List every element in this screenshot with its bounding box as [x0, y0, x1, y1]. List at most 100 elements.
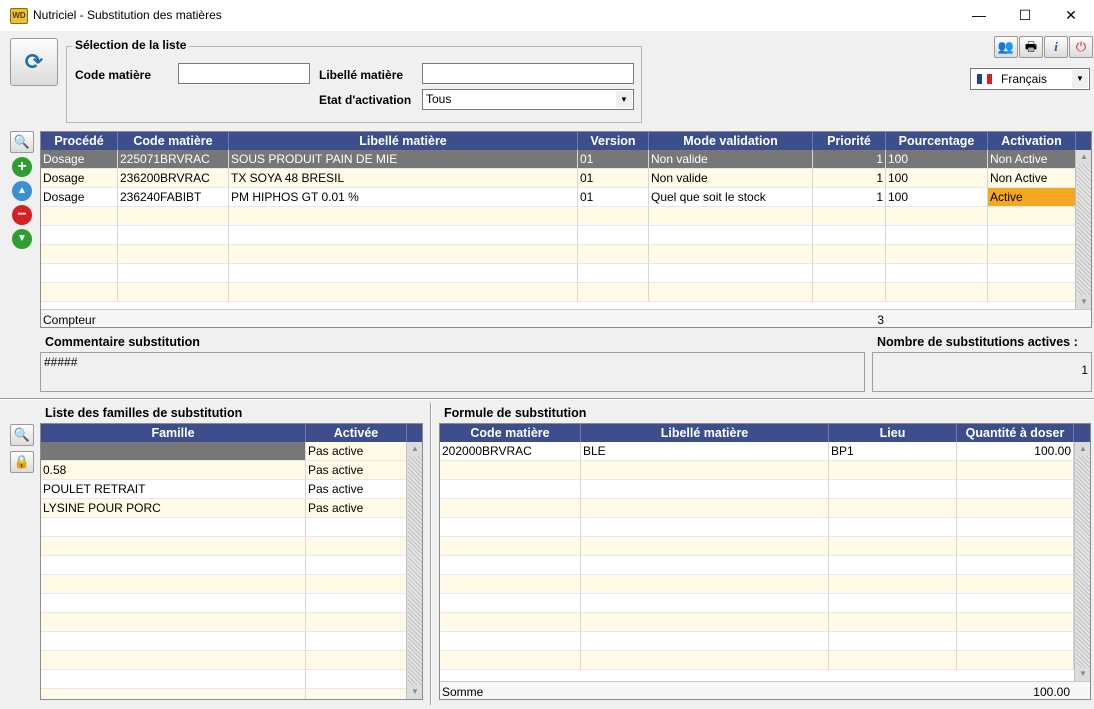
- cell-libelle-matiere: [581, 556, 829, 575]
- cell-code-matiere: [440, 651, 581, 670]
- users-icon[interactable]: 👥: [994, 36, 1018, 58]
- close-button[interactable]: ✕: [1048, 0, 1094, 31]
- cell-famille: [41, 613, 306, 632]
- cell-priorite: [813, 245, 886, 264]
- col-code-matiere[interactable]: Code matière: [440, 424, 581, 442]
- cell-mode-validation: [649, 283, 813, 302]
- col-famille[interactable]: Famille: [41, 424, 306, 442]
- cell-libelle-matiere: BLE: [581, 442, 829, 461]
- empty-row: [41, 283, 1076, 302]
- scroll-up-icon[interactable]: ▲: [1075, 442, 1090, 456]
- cell-lieu: [829, 575, 957, 594]
- col-procede[interactable]: Procédé: [41, 132, 118, 150]
- scrollbar[interactable]: ▲ ▼: [1075, 150, 1091, 309]
- etat-activation-select[interactable]: Tous ▼: [422, 89, 634, 110]
- scroll-thumb[interactable]: [1077, 164, 1091, 295]
- cell-mode-validation: [649, 226, 813, 245]
- scrollbar[interactable]: ▲ ▼: [1074, 442, 1090, 681]
- formula-title: Formule de substitution: [444, 406, 587, 420]
- cell-libelle-matiere: [581, 499, 829, 518]
- cell-lieu: [829, 651, 957, 670]
- cell-quantite: [957, 499, 1074, 518]
- chevron-down-icon[interactable]: ▼: [1072, 70, 1088, 88]
- cell-code-matiere: [440, 537, 581, 556]
- empty-row: [41, 537, 407, 556]
- power-icon[interactable]: ⏻: [1069, 36, 1093, 58]
- col-activee[interactable]: Activée: [306, 424, 407, 442]
- cell-mode-validation: [649, 264, 813, 283]
- print-icon[interactable]: 🖶: [1019, 36, 1043, 58]
- col-quantite[interactable]: Quantité à doser: [957, 424, 1074, 442]
- col-version[interactable]: Version: [578, 132, 649, 150]
- col-priorite[interactable]: Priorité: [813, 132, 886, 150]
- remove-icon[interactable]: −: [12, 205, 32, 225]
- refresh-button[interactable]: ⟳: [10, 38, 58, 86]
- comment-field[interactable]: #####: [40, 352, 865, 392]
- col-mode-validation[interactable]: Mode validation: [649, 132, 813, 150]
- cell-quantite: [957, 575, 1074, 594]
- cell-libelle-matiere: [229, 226, 578, 245]
- cell-version: [578, 207, 649, 226]
- col-pourcentage[interactable]: Pourcentage: [886, 132, 988, 150]
- table-row[interactable]: Pas active: [41, 442, 407, 461]
- table-row[interactable]: 0.58 Pas active: [41, 461, 407, 480]
- cell-libelle-matiere: [581, 461, 829, 480]
- cell-code-matiere: [440, 594, 581, 613]
- scroll-up-icon[interactable]: ▲: [1076, 150, 1091, 164]
- cell-code-matiere: [118, 283, 229, 302]
- cell-code-matiere: [118, 264, 229, 283]
- col-libelle-matiere[interactable]: Libellé matière: [581, 424, 829, 442]
- cell-code-matiere: [118, 245, 229, 264]
- scroll-thumb[interactable]: [408, 456, 422, 685]
- scroll-thumb[interactable]: [1076, 456, 1090, 667]
- search-key-icon[interactable]: 🔍: [10, 424, 34, 446]
- code-matiere-input[interactable]: [178, 63, 310, 84]
- cell-procede: [41, 207, 118, 226]
- cell-libelle-matiere: [581, 537, 829, 556]
- table-row[interactable]: Dosage 236240FABIBT PM HIPHOS GT 0.01 % 01 Q…: [41, 188, 1076, 207]
- col-lieu[interactable]: Lieu: [829, 424, 957, 442]
- lock-icon[interactable]: 🔒: [10, 451, 34, 473]
- cell-libelle-matiere: [229, 283, 578, 302]
- cell-version: 01: [578, 188, 649, 207]
- cell-activee: [306, 575, 407, 594]
- scroll-up-icon[interactable]: ▲: [407, 442, 422, 456]
- language-select[interactable]: Français ▼: [970, 68, 1090, 90]
- splitter[interactable]: [430, 403, 432, 705]
- libelle-matiere-input[interactable]: [422, 63, 634, 84]
- add-icon[interactable]: +: [12, 157, 32, 177]
- language-value: Français: [1001, 72, 1048, 86]
- cell-quantite: 100.00: [957, 442, 1074, 461]
- scrollbar[interactable]: ▲ ▼: [406, 442, 422, 699]
- info-icon[interactable]: i: [1044, 36, 1068, 58]
- maximize-button[interactable]: ☐: [1002, 0, 1048, 31]
- cell-activee: [306, 613, 407, 632]
- minimize-button[interactable]: —: [956, 0, 1002, 31]
- table-row[interactable]: POULET RETRAIT Pas active: [41, 480, 407, 499]
- cell-famille: 0.58: [41, 461, 306, 480]
- scroll-down-icon[interactable]: ▼: [1076, 295, 1091, 309]
- cell-procede: [41, 226, 118, 245]
- cell-procede: Dosage: [41, 150, 118, 169]
- col-code-matiere[interactable]: Code matière: [118, 132, 229, 150]
- table-row[interactable]: 202000BRVRAC BLE BP1 100.00: [440, 442, 1074, 461]
- cell-code-matiere: [440, 480, 581, 499]
- move-down-icon[interactable]: ▼: [12, 229, 32, 249]
- cell-code-matiere: 225071BRVRAC: [118, 150, 229, 169]
- cell-priorite: 1: [813, 169, 886, 188]
- selection-group: [66, 46, 642, 123]
- table-row[interactable]: Dosage 236200BRVRAC TX SOYA 48 BRESIL 01 Non…: [41, 169, 1076, 188]
- col-activation[interactable]: Activation: [988, 132, 1076, 150]
- search-key-icon[interactable]: 🔍: [10, 131, 34, 153]
- cell-mode-validation: [649, 207, 813, 226]
- move-up-icon[interactable]: ▲: [12, 181, 32, 201]
- table-row[interactable]: Dosage 225071BRVRAC SOUS PRODUIT PAIN DE M…: [41, 150, 1076, 169]
- col-libelle-matiere[interactable]: Libellé matière: [229, 132, 578, 150]
- scroll-down-icon[interactable]: ▼: [407, 685, 422, 699]
- empty-row: [41, 670, 407, 689]
- table-row[interactable]: LYSINE POUR PORC Pas active: [41, 499, 407, 518]
- cell-code-matiere: [440, 461, 581, 480]
- chevron-down-icon[interactable]: ▼: [616, 91, 632, 108]
- scroll-down-icon[interactable]: ▼: [1075, 667, 1090, 681]
- cell-lieu: [829, 613, 957, 632]
